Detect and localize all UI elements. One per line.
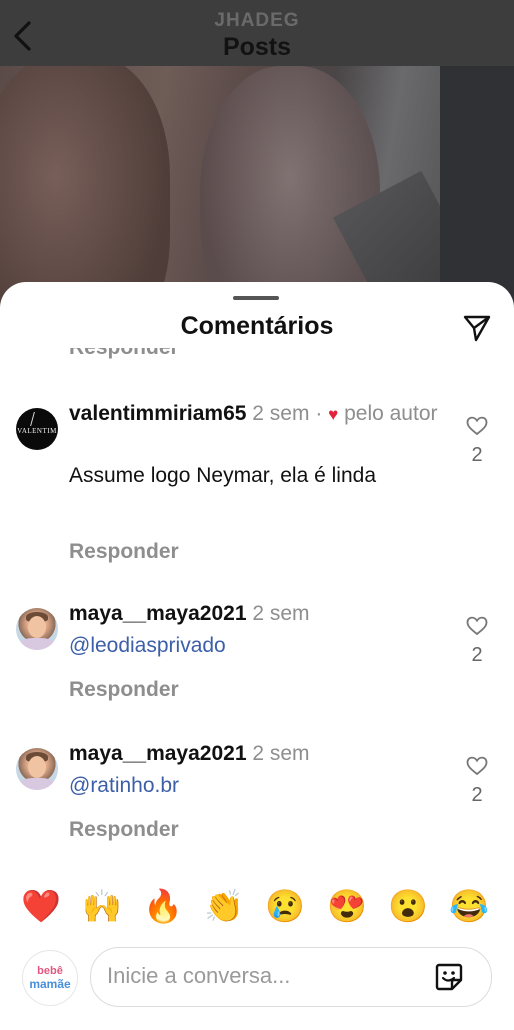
comment-mention[interactable]: @leodiasprivado bbox=[69, 630, 449, 661]
brand-logo-line2: mamãe bbox=[29, 977, 71, 991]
comment-header: maya__maya2021 2 sem bbox=[69, 738, 449, 769]
avatar[interactable] bbox=[16, 748, 58, 790]
clapping-hands-emoji[interactable]: 👏 bbox=[204, 886, 244, 926]
reply-button[interactable]: Responder bbox=[69, 348, 179, 360]
avatar-brand-text: VALENTIM bbox=[17, 427, 57, 435]
avatar[interactable] bbox=[16, 608, 58, 650]
reply-button[interactable]: Responder bbox=[69, 818, 179, 842]
like-count: 2 bbox=[471, 444, 483, 466]
heart-eyes-emoji[interactable]: 😍 bbox=[327, 886, 367, 926]
comment-list[interactable]: Responder VALENTIM valentimmiriam65 2 se… bbox=[0, 348, 514, 868]
top-nav-bar: JHADEG Posts bbox=[0, 0, 514, 66]
current-user-avatar: bebê mamãe bbox=[22, 950, 78, 1006]
like-count: 2 bbox=[471, 644, 483, 666]
heart-outline-icon[interactable] bbox=[466, 616, 488, 636]
comment-time: 2 sem bbox=[252, 742, 310, 765]
fire-emoji[interactable]: 🔥 bbox=[143, 886, 183, 926]
liked-by-author-text: pelo autor bbox=[344, 402, 438, 425]
sheet-title: Comentários bbox=[180, 312, 334, 340]
comment-input[interactable] bbox=[107, 960, 427, 992]
comment-username[interactable]: maya__maya2021 bbox=[69, 742, 247, 765]
account-name: JHADEG bbox=[214, 10, 300, 31]
tears-of-joy-emoji[interactable]: 😂 bbox=[449, 886, 489, 926]
paper-plane-icon[interactable] bbox=[462, 313, 492, 343]
reply-button[interactable]: Responder bbox=[69, 678, 179, 702]
reply-button[interactable]: Responder bbox=[69, 540, 179, 564]
comment-time: 2 sem bbox=[252, 402, 310, 425]
comment-time: 2 sem bbox=[252, 602, 310, 625]
page-title: Posts bbox=[222, 33, 292, 61]
heart-outline-icon[interactable] bbox=[466, 416, 488, 436]
red-heart-emoji[interactable]: ❤️ bbox=[21, 886, 61, 926]
surprised-face-emoji[interactable]: 😮 bbox=[388, 886, 428, 926]
post-background: JHADEG Posts bbox=[0, 0, 514, 330]
emoji-reaction-bar: ❤️ 🙌 🔥 👏 😢 😍 😮 😂 bbox=[0, 886, 514, 926]
raising-hands-emoji[interactable]: 🙌 bbox=[82, 886, 122, 926]
comment-username[interactable]: valentimmiriam65 bbox=[69, 402, 246, 425]
crying-face-emoji[interactable]: 😢 bbox=[265, 886, 305, 926]
heart-outline-icon[interactable] bbox=[466, 756, 488, 776]
avatar[interactable]: VALENTIM bbox=[16, 408, 58, 450]
brand-logo-line1: bebê bbox=[37, 965, 63, 977]
meta-separator: · bbox=[315, 402, 323, 425]
comment-text: Assume logo Neymar, ela é linda bbox=[69, 464, 376, 487]
comment-header: valentimmiriam65 2 sem · ♥ pelo autor bbox=[69, 398, 449, 430]
like-count: 2 bbox=[471, 784, 483, 806]
sheet-drag-handle[interactable] bbox=[233, 296, 279, 300]
comment-username[interactable]: maya__maya2021 bbox=[69, 602, 247, 625]
comment-mention[interactable]: @ratinho.br bbox=[69, 770, 449, 801]
comment-header: maya__maya2021 2 sem bbox=[69, 598, 449, 629]
comments-sheet: Comentários Responder VALENTIM valentimm… bbox=[0, 282, 514, 1030]
sticker-icon[interactable] bbox=[433, 961, 465, 993]
heart-icon: ♥ bbox=[328, 405, 339, 424]
comment-composer[interactable] bbox=[90, 947, 492, 1007]
